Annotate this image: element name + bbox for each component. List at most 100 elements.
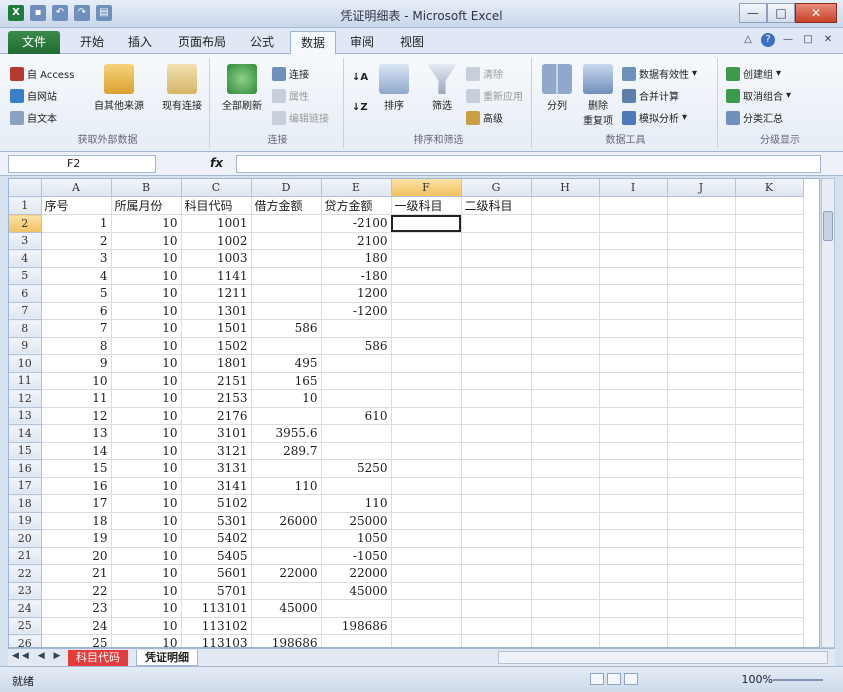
vertical-scrollbar[interactable] bbox=[821, 178, 835, 648]
row-header[interactable]: 11 bbox=[9, 372, 42, 390]
cell[interactable]: 289.7 bbox=[251, 442, 322, 460]
cell[interactable] bbox=[251, 617, 322, 635]
cell[interactable] bbox=[735, 617, 804, 635]
cell[interactable] bbox=[599, 547, 668, 565]
cell[interactable] bbox=[461, 337, 532, 355]
cell[interactable] bbox=[735, 547, 804, 565]
cell[interactable] bbox=[461, 372, 532, 390]
cell[interactable] bbox=[321, 354, 392, 373]
cell[interactable] bbox=[321, 389, 392, 408]
cell[interactable] bbox=[667, 389, 736, 408]
select-all-corner[interactable] bbox=[9, 179, 42, 197]
cell[interactable]: 495 bbox=[251, 354, 322, 373]
cell[interactable] bbox=[461, 494, 532, 513]
cell[interactable] bbox=[667, 617, 736, 635]
cell[interactable]: 1502 bbox=[181, 337, 252, 355]
cell[interactable] bbox=[735, 284, 804, 303]
cell[interactable] bbox=[735, 337, 804, 355]
cell[interactable] bbox=[461, 564, 532, 583]
cell[interactable] bbox=[531, 284, 600, 303]
tab-formulas[interactable]: 公式 bbox=[240, 31, 284, 54]
cell[interactable]: 1141 bbox=[181, 267, 252, 285]
cell[interactable] bbox=[599, 424, 668, 443]
cell[interactable]: 10 bbox=[111, 582, 182, 600]
cell[interactable]: 2176 bbox=[181, 407, 252, 425]
cell[interactable] bbox=[599, 459, 668, 478]
tab-insert[interactable]: 插入 bbox=[118, 31, 162, 54]
doc-minimize-icon[interactable]: — bbox=[781, 33, 795, 47]
cell[interactable]: 7 bbox=[41, 319, 112, 338]
tab-page-layout[interactable]: 页面布局 bbox=[168, 31, 236, 54]
cell[interactable]: 17 bbox=[41, 494, 112, 513]
cell[interactable] bbox=[391, 477, 462, 495]
tab-file[interactable]: 文件 bbox=[8, 31, 60, 54]
cell[interactable]: 165 bbox=[251, 372, 322, 390]
cell[interactable]: 5402 bbox=[181, 529, 252, 548]
cell[interactable] bbox=[599, 389, 668, 408]
cell[interactable] bbox=[735, 249, 804, 268]
cell[interactable]: 5250 bbox=[321, 459, 392, 478]
cell[interactable]: 10 bbox=[111, 407, 182, 425]
cell[interactable] bbox=[735, 214, 804, 233]
row-header[interactable]: 2 bbox=[9, 214, 42, 233]
cell[interactable] bbox=[391, 582, 462, 600]
cell[interactable] bbox=[667, 424, 736, 443]
page-break-view-icon[interactable] bbox=[624, 673, 638, 685]
cell[interactable] bbox=[391, 442, 462, 460]
cell[interactable] bbox=[667, 214, 736, 233]
sort-asc-button[interactable]: ↓A bbox=[352, 72, 368, 83]
cell[interactable]: 113103 bbox=[181, 634, 252, 647]
cell[interactable] bbox=[735, 424, 804, 443]
row-header[interactable]: 7 bbox=[9, 302, 42, 320]
cell[interactable]: 25000 bbox=[321, 512, 392, 530]
cell[interactable] bbox=[599, 599, 668, 618]
cell[interactable] bbox=[599, 319, 668, 338]
cell[interactable]: 19 bbox=[41, 529, 112, 548]
existing-connections-button[interactable]: 现有连接 bbox=[156, 64, 208, 112]
row-header[interactable]: 26 bbox=[9, 634, 42, 647]
sheet-tab-voucher-detail[interactable]: 凭证明细 bbox=[136, 650, 198, 666]
cell[interactable]: 10 bbox=[111, 494, 182, 513]
cell[interactable] bbox=[391, 494, 462, 513]
cell[interactable] bbox=[735, 459, 804, 478]
maximize-button[interactable]: □ bbox=[767, 3, 795, 23]
cell[interactable] bbox=[599, 196, 668, 215]
cell[interactable]: 22000 bbox=[321, 564, 392, 583]
cell[interactable] bbox=[461, 599, 532, 618]
cell[interactable] bbox=[667, 354, 736, 373]
cell[interactable]: 26000 bbox=[251, 512, 322, 530]
cell[interactable] bbox=[667, 512, 736, 530]
cell[interactable] bbox=[531, 494, 600, 513]
cell[interactable] bbox=[735, 512, 804, 530]
cell[interactable] bbox=[735, 354, 804, 373]
cell[interactable]: 23 bbox=[41, 599, 112, 618]
cell[interactable]: -1050 bbox=[321, 547, 392, 565]
cell[interactable]: 5301 bbox=[181, 512, 252, 530]
cell[interactable]: 二级科目 bbox=[461, 196, 532, 215]
cell[interactable] bbox=[599, 407, 668, 425]
cell[interactable]: 10 bbox=[111, 372, 182, 390]
row-header[interactable]: 6 bbox=[9, 284, 42, 303]
connections-button[interactable]: 连接 bbox=[272, 66, 309, 81]
cell[interactable] bbox=[667, 547, 736, 565]
cell[interactable] bbox=[251, 302, 322, 320]
sort-desc-button[interactable]: ↓Z bbox=[352, 102, 368, 113]
cell[interactable] bbox=[667, 284, 736, 303]
cell[interactable] bbox=[461, 617, 532, 635]
cell[interactable] bbox=[251, 547, 322, 565]
cell[interactable]: 10 bbox=[111, 529, 182, 548]
cell[interactable] bbox=[461, 582, 532, 600]
cell[interactable] bbox=[531, 564, 600, 583]
cell[interactable] bbox=[531, 302, 600, 320]
cell[interactable] bbox=[251, 459, 322, 478]
cell[interactable] bbox=[461, 232, 532, 250]
cell[interactable] bbox=[667, 372, 736, 390]
cell[interactable]: 25 bbox=[41, 634, 112, 647]
cell[interactable] bbox=[531, 599, 600, 618]
cell[interactable] bbox=[667, 319, 736, 338]
cell[interactable]: 4 bbox=[41, 267, 112, 285]
cell[interactable] bbox=[391, 424, 462, 443]
cell[interactable] bbox=[391, 547, 462, 565]
cell[interactable] bbox=[735, 564, 804, 583]
zoom-level[interactable]: 100% bbox=[742, 673, 773, 686]
